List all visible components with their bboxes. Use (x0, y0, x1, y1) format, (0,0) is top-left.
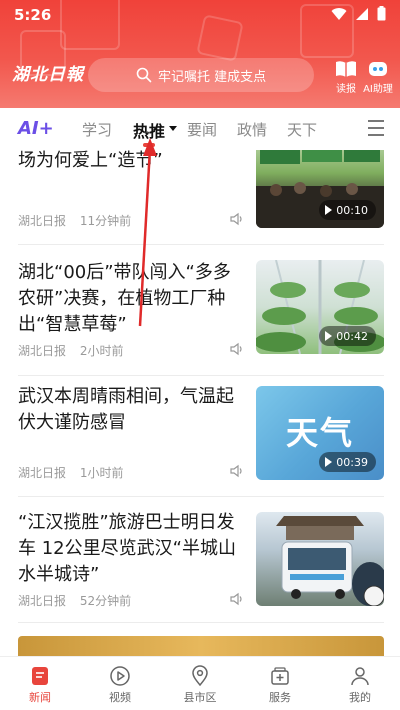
nav-county-label: 县市区 (183, 691, 217, 704)
app-logo[interactable]: 湖北日報 (12, 60, 84, 85)
nav-video[interactable]: 视频 (80, 657, 160, 710)
search-bar[interactable]: 牢记嘱托 建成支点 (88, 58, 314, 92)
news-title-line: 场为何爱上“造节” (18, 150, 163, 171)
news-title-line: 伏大谨防感冒 (18, 412, 126, 433)
news-source: 湖北日报 (18, 466, 67, 480)
tab-world[interactable]: 天下 (287, 119, 317, 140)
video-duration: 00:39 (319, 452, 376, 472)
tab-hot[interactable]: 热推 (133, 118, 165, 142)
news-source: 湖北日报 (18, 594, 67, 608)
read-paper-label: 读报 (336, 84, 356, 95)
news-item[interactable]: 场为何爱上“造节” 湖北日报 11分钟前 00:10 (0, 150, 400, 230)
ai-channel-badge[interactable]: AI+ (18, 118, 54, 139)
nav-county[interactable]: 县市区 (160, 657, 240, 710)
news-title-line: 武汉本周晴雨相间，气温起 (18, 386, 234, 407)
nav-profile-label: 我的 (349, 691, 371, 704)
news-item[interactable]: 武汉本周晴雨相间，气温起 伏大谨防感冒 湖北日报 1小时前 天气 00:39 (0, 382, 400, 490)
open-book-icon (336, 61, 356, 77)
news-thumbnail[interactable]: 00:42 (256, 260, 384, 354)
speaker-icon[interactable] (230, 464, 244, 478)
news-meta: 湖北日报 2小时前 (18, 342, 123, 359)
news-time: 1小时前 (79, 466, 124, 480)
speaker-icon[interactable] (230, 342, 244, 356)
status-bar: 5:26 (0, 0, 400, 30)
news-thumbnail[interactable]: 天气 00:39 (256, 386, 384, 480)
divider (18, 375, 384, 376)
news-title-line: 水半城诗” (18, 564, 100, 585)
bottom-navigation: 新闻 视频 县市区 服务 我的 (0, 656, 400, 710)
chevron-down-icon[interactable] (169, 126, 177, 131)
divider (18, 244, 384, 245)
news-source: 湖北日报 (18, 344, 67, 358)
divider (18, 622, 384, 623)
play-icon (325, 331, 333, 341)
search-placeholder: 牢记嘱托 建成支点 (158, 69, 267, 85)
user-icon (351, 667, 369, 686)
active-tab-indicator (143, 143, 155, 147)
news-thumbnail[interactable] (256, 512, 384, 606)
tab-politics[interactable]: 政情 (237, 119, 267, 140)
status-time: 5:26 (14, 6, 52, 24)
play-icon (325, 205, 333, 215)
news-meta: 湖北日报 52分钟前 (18, 592, 131, 609)
nav-service-label: 服务 (269, 691, 291, 704)
nav-video-label: 视频 (109, 691, 131, 704)
tour-bus-image (276, 516, 384, 606)
news-time: 52分钟前 (79, 594, 132, 608)
news-banner-partial[interactable] (18, 636, 384, 656)
search-icon (136, 67, 152, 83)
news-source: 湖北日报 (18, 214, 67, 228)
nav-news-label: 新闻 (29, 691, 51, 704)
news-title-line: “江汉揽胜”旅游巴士明日发 (18, 512, 235, 533)
ai-assistant-label: AI助理 (363, 84, 393, 95)
nav-profile[interactable]: 我的 (320, 657, 400, 710)
news-item[interactable]: “江汉揽胜”旅游巴士明日发 车 12公里尽览武汉“半城山 水半城诗” 湖北日报 … (0, 508, 400, 616)
ai-assistant-button[interactable]: AI助理 (358, 60, 398, 95)
nav-service[interactable]: 服务 (240, 657, 320, 710)
news-title-line: 农研”决赛，在植物工厂种 (18, 288, 226, 309)
tab-headlines[interactable]: 要闻 (187, 119, 217, 140)
news-item[interactable]: 湖北“00后”带队闯入“多多 农研”决赛，在植物工厂种 出“智慧草莓” 湖北日报… (0, 258, 400, 366)
news-time: 11分钟前 (79, 214, 132, 228)
news-title-line: 车 12公里尽览武汉“半城山 (18, 538, 236, 559)
news-icon (32, 667, 48, 685)
divider (18, 496, 384, 497)
weather-thumb-text: 天气 (286, 414, 355, 452)
news-meta: 湖北日报 11分钟前 (18, 212, 131, 229)
ai-robot-icon (369, 62, 387, 76)
tab-study[interactable]: 学习 (82, 119, 112, 140)
channel-tabs: AI+ 学习 热推 要闻 政情 天下 (0, 108, 400, 150)
app-header: 5:26 湖北日報 牢记嘱托 建成支点 读报 AI助理 (0, 0, 400, 108)
video-duration: 00:10 (319, 200, 376, 220)
signal-icon (356, 7, 368, 20)
news-title-line: 出“智慧草莓” (18, 314, 127, 335)
video-duration: 00:42 (319, 326, 376, 346)
speaker-icon[interactable] (230, 592, 244, 606)
status-icons (331, 6, 386, 21)
news-meta: 湖北日报 1小时前 (18, 464, 123, 481)
wifi-icon (331, 7, 347, 20)
news-time: 2小时前 (79, 344, 124, 358)
menu-icon[interactable] (368, 120, 384, 141)
play-icon (325, 457, 333, 467)
location-pin-icon (192, 665, 208, 687)
news-title-line: 湖北“00后”带队闯入“多多 (18, 262, 231, 283)
service-box-icon (271, 667, 289, 685)
video-play-icon (110, 666, 130, 686)
news-feed[interactable]: 场为何爱上“造节” 湖北日报 11分钟前 00:10 湖北“00后”带队闯入“多… (0, 150, 400, 656)
battery-icon (377, 6, 386, 21)
nav-news[interactable]: 新闻 (0, 657, 80, 710)
speaker-icon[interactable] (230, 212, 244, 226)
news-thumbnail[interactable]: 00:10 (256, 150, 384, 228)
